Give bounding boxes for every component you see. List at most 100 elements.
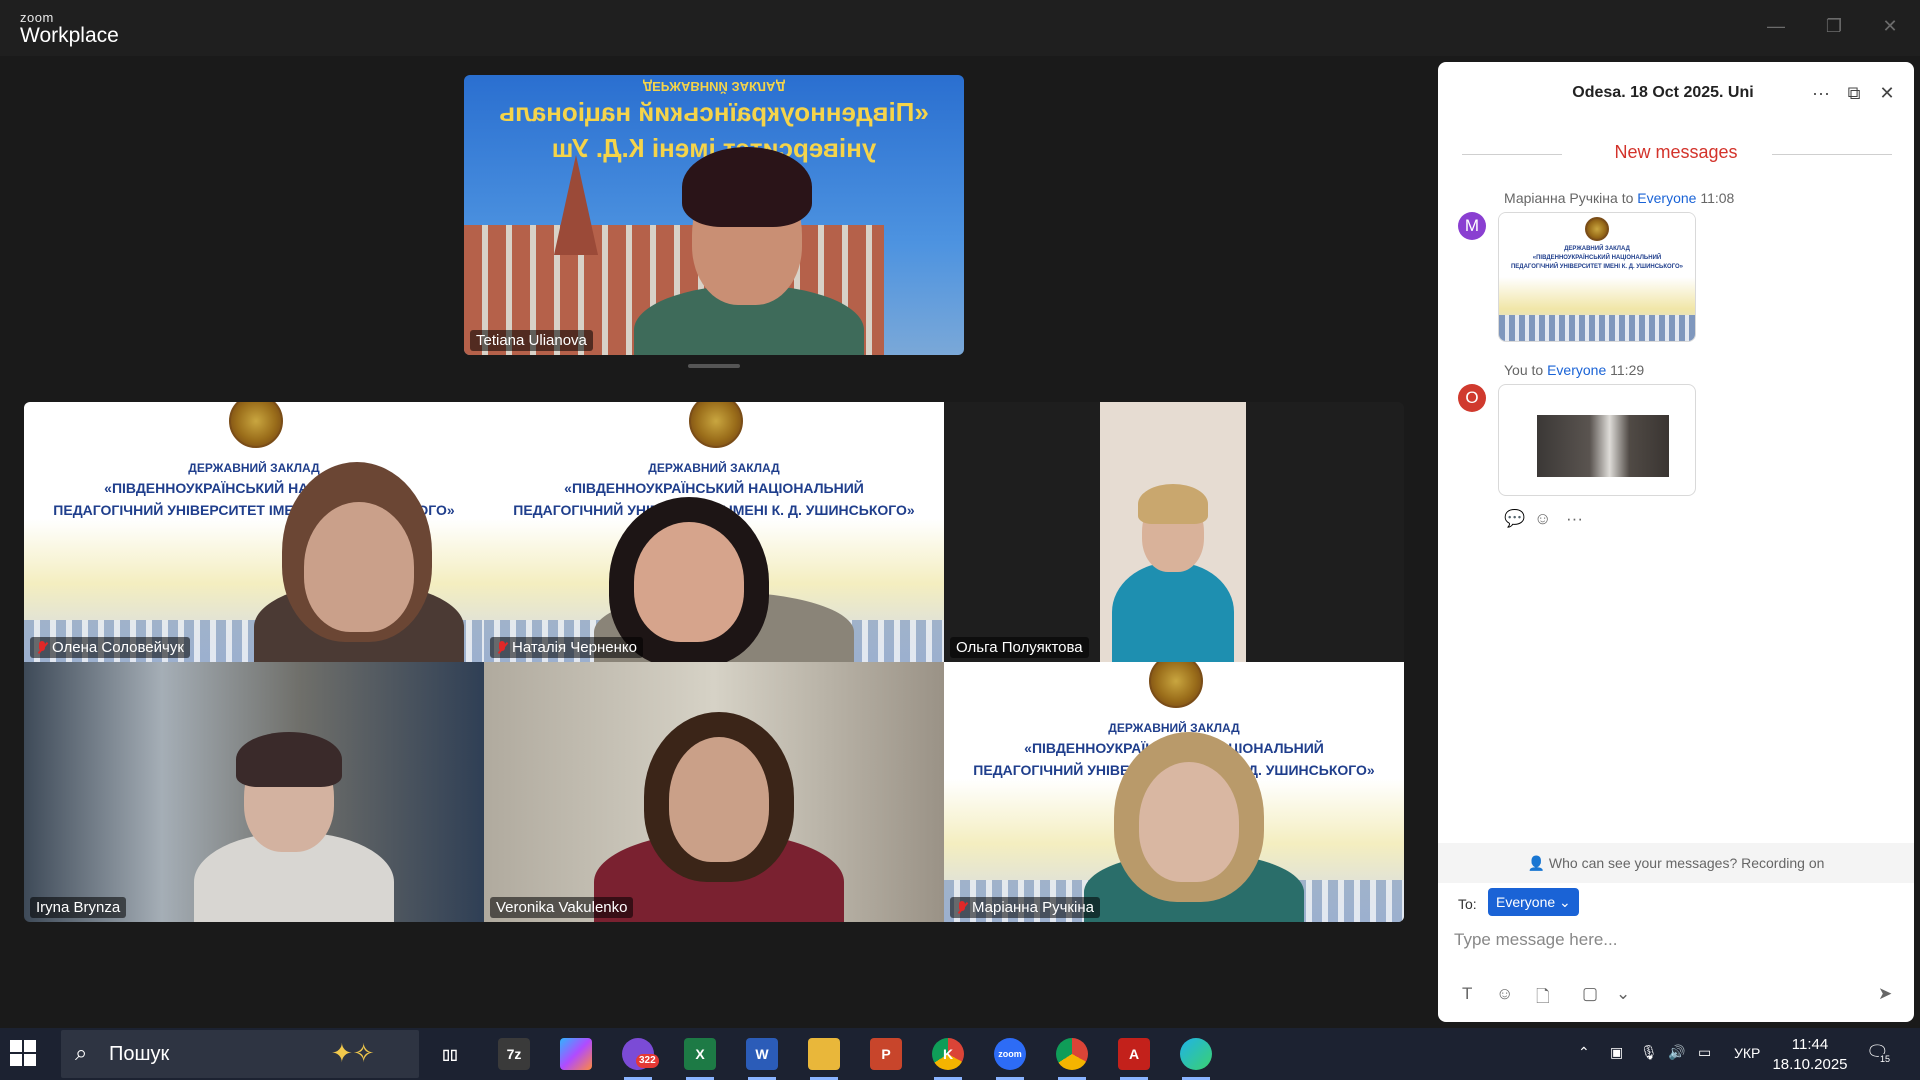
chrome-profile-icon[interactable]: K bbox=[932, 1038, 964, 1070]
attachment-building bbox=[1499, 315, 1695, 341]
recipient-name[interactable]: Everyone bbox=[1547, 362, 1606, 378]
zoom-icon[interactable]: zoom bbox=[994, 1038, 1026, 1070]
active-speaker-video[interactable]: ДЕРЖАВНИЙ ЗАКЛАД «Південноукраїнський на… bbox=[464, 75, 964, 355]
room-photo bbox=[1537, 415, 1669, 477]
powerpoint-icon[interactable]: P bbox=[870, 1038, 902, 1070]
file-icon[interactable]: 🗋 bbox=[1536, 984, 1550, 1013]
attachment-caption-line3: ПЕДАГОГІЧНИЙ УНІВЕРСИТЕТ ІМЕНІ К. Д. УШИ… bbox=[1510, 264, 1684, 270]
to-word: to bbox=[1621, 190, 1634, 206]
notification-count: 15 bbox=[1878, 1054, 1893, 1064]
message-time: 11:29 bbox=[1610, 362, 1645, 378]
participant-face bbox=[1139, 762, 1239, 882]
privacy-text: Who can see your messages? Recording on bbox=[1548, 855, 1825, 871]
close-chat-icon[interactable]: ✕ bbox=[1874, 80, 1900, 106]
speaker-banner-line2: «Південноукраїнський національ bbox=[499, 97, 929, 127]
sparkle-icon: ✦✧ bbox=[331, 1038, 375, 1068]
video-tile[interactable]: ДЕРЖАВНИЙ ЗАКЛАД «ПІВДЕННОУКРАЇНСЬКИЙ НА… bbox=[944, 662, 1404, 922]
participant-body bbox=[1112, 562, 1234, 662]
participant-hair bbox=[1138, 484, 1208, 524]
more-actions-icon[interactable]: ··· bbox=[1566, 509, 1583, 529]
participant-face bbox=[304, 502, 414, 632]
popout-icon[interactable]: ⧉ bbox=[1841, 80, 1867, 106]
viber-icon[interactable]: 322 bbox=[622, 1038, 659, 1070]
battery-icon[interactable]: ▭ bbox=[1698, 1044, 1711, 1061]
zoom-logo-small: zoom bbox=[20, 10, 54, 25]
reply-icon[interactable]: 💬 bbox=[1504, 509, 1525, 529]
acrobat-icon[interactable]: A bbox=[1118, 1038, 1150, 1070]
task-view-icon[interactable]: ▯▯ bbox=[434, 1038, 466, 1070]
copilot-icon[interactable] bbox=[560, 1038, 592, 1070]
volume-icon[interactable]: 🔊 bbox=[1668, 1044, 1685, 1061]
participant-name: Маріанна Ручкіна bbox=[950, 897, 1100, 918]
camera-icon[interactable]: ▣ bbox=[1610, 1044, 1623, 1061]
video-tile[interactable]: Iryna Brynza bbox=[24, 662, 484, 922]
add-reaction-icon[interactable]: ☺ bbox=[1534, 509, 1551, 529]
muted-mic-icon bbox=[36, 640, 48, 655]
start-button[interactable] bbox=[10, 1040, 38, 1068]
recipient-name[interactable]: Everyone bbox=[1637, 190, 1696, 206]
attachment-caption-line2: «ПІВДЕННОУКРАЇНСЬКИЙ НАЦІОНАЛЬНИЙ bbox=[1532, 255, 1662, 261]
attachment-caption: ДЕРЖАВНИЙ ЗАКЛАД «ПІВДЕННОУКРАЇНСЬКИЙ НА… bbox=[1499, 245, 1695, 272]
resize-handle[interactable] bbox=[688, 364, 740, 368]
video-tile[interactable]: Ольга Полуяктова bbox=[944, 402, 1404, 662]
message-header: You to Everyone 11:29 bbox=[1504, 362, 1644, 378]
speaker-hair bbox=[682, 147, 812, 227]
restore-button[interactable]: ❐ bbox=[1820, 14, 1848, 38]
image-attachment[interactable] bbox=[1498, 384, 1696, 496]
participant-name: Veronika Vakulenko bbox=[490, 897, 634, 918]
video-tile[interactable]: ДЕРЖАВНИЙ ЗАКЛАД «ПІВДЕННОУКРАЇНСЬКИЙ НА… bbox=[24, 402, 484, 662]
to-label: To: bbox=[1458, 896, 1477, 912]
to-word: to bbox=[1531, 362, 1544, 378]
recipient-value: Everyone bbox=[1496, 894, 1556, 910]
participant-name: Ольга Полуяктова bbox=[950, 637, 1089, 658]
edge-icon[interactable] bbox=[1180, 1038, 1212, 1070]
meeting-stage: ДЕРЖАВНИЙ ЗАКЛАД «Південноукраїнський на… bbox=[0, 56, 1436, 1028]
excel-icon[interactable]: X bbox=[684, 1038, 716, 1070]
avatar[interactable]: O bbox=[1458, 384, 1486, 412]
microphone-icon[interactable]: 🎙 bbox=[1640, 1044, 1658, 1061]
clock-date[interactable]: 18.10.2025 bbox=[1770, 1056, 1850, 1073]
privacy-notice[interactable]: 👤 Who can see your messages? Recording o… bbox=[1438, 843, 1914, 883]
video-tile[interactable]: Veronika Vakulenko bbox=[484, 662, 944, 922]
more-options-icon[interactable]: ··· bbox=[1808, 80, 1834, 106]
send-icon[interactable]: ➤ bbox=[1878, 984, 1892, 1004]
notification-icon[interactable]: 🗨 15 bbox=[1866, 1042, 1893, 1064]
banner-line1: ДЕРЖАВНИЙ ЗАКЛАД bbox=[648, 461, 780, 475]
7zip-icon[interactable]: 7z bbox=[498, 1038, 530, 1070]
avatar[interactable]: M bbox=[1458, 212, 1486, 240]
participant-name: Наталія Черненко bbox=[490, 637, 643, 658]
minimize-button[interactable]: — bbox=[1762, 14, 1790, 38]
people-icon: 👤 bbox=[1527, 855, 1546, 871]
text-format-icon[interactable]: T bbox=[1462, 984, 1472, 1004]
video-tile[interactable]: ДЕРЖАВНИЙ ЗАКЛАД «ПІВДЕННОУКРАЇНСЬКИЙ НА… bbox=[484, 402, 944, 662]
close-window-button[interactable]: ✕ bbox=[1876, 14, 1904, 38]
banner-line1: ДЕРЖАВНИЙ ЗАКЛАД bbox=[188, 461, 320, 475]
file-explorer-icon[interactable] bbox=[808, 1038, 840, 1070]
chat-panel: Odesa. 18 Oct 2025. Uni ··· ⧉ ✕ New mess… bbox=[1438, 62, 1914, 1022]
sender-name: You bbox=[1504, 362, 1528, 378]
sender-name: Маріанна Ручкіна bbox=[1504, 190, 1618, 206]
message-input[interactable] bbox=[1452, 920, 1896, 960]
clock-time[interactable]: 11:44 bbox=[1780, 1036, 1840, 1053]
language-indicator[interactable]: УКР bbox=[1734, 1045, 1760, 1061]
chevron-up-icon[interactable]: ⌃ bbox=[1578, 1044, 1590, 1061]
gallery-grid: ДЕРЖАВНИЙ ЗАКЛАД «ПІВДЕННОУКРАЇНСЬКИЙ НА… bbox=[24, 402, 1404, 922]
message-time: 11:08 bbox=[1700, 190, 1735, 206]
banner-line2: «ПІВДЕННОУКРАЇНСЬКИЙ НАЦІОНАЛЬНИЙ bbox=[564, 480, 864, 496]
chevron-down-icon[interactable]: ⌄ bbox=[1616, 984, 1630, 1004]
taskbar: ⌕ Пошук ✦✧ ▯▯ 7z 322 X W P K zoom A ⌃ ▣ … bbox=[0, 1028, 1920, 1080]
chrome-icon[interactable] bbox=[1056, 1038, 1088, 1070]
participant-name: Tetiana Ulianova bbox=[470, 330, 593, 351]
attachment-caption-line1: ДЕРЖАВНИЙ ЗАКЛАД bbox=[1564, 246, 1630, 252]
muted-mic-icon bbox=[956, 900, 968, 915]
screenshot-icon[interactable]: ▢ bbox=[1582, 984, 1598, 1004]
viber-badge: 322 bbox=[636, 1054, 659, 1068]
image-attachment[interactable]: ДЕРЖАВНИЙ ЗАКЛАД «ПІВДЕННОУКРАЇНСЬКИЙ НА… bbox=[1498, 212, 1696, 342]
emoji-icon[interactable]: ☺ bbox=[1496, 984, 1513, 1004]
taskbar-search[interactable]: ⌕ Пошук ✦✧ bbox=[61, 1030, 419, 1078]
speaker-banner-line1: ДЕРЖАВНИЙ ЗАКЛАД bbox=[642, 79, 786, 94]
new-messages-label: New messages bbox=[1614, 142, 1738, 162]
recipient-dropdown[interactable]: Everyone ⌄ bbox=[1488, 888, 1579, 916]
participant-name: Олена Соловейчук bbox=[30, 637, 190, 658]
word-icon[interactable]: W bbox=[746, 1038, 778, 1070]
